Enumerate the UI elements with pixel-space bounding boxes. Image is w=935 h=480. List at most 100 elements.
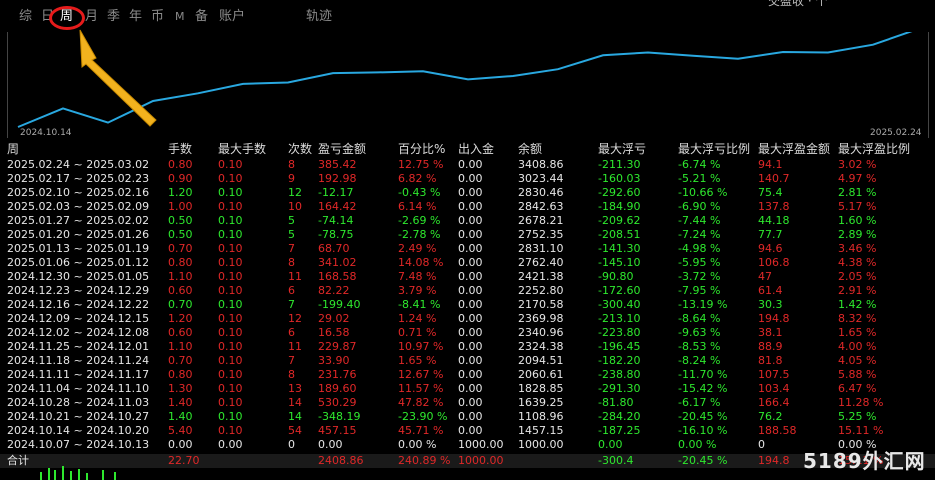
cell-count: 14 <box>288 396 302 409</box>
cell-deposit: 0.00 <box>458 340 483 353</box>
cell-pnl: 164.42 <box>318 200 357 213</box>
table-row[interactable]: 2024.12.30 ~ 2025.01.05 1.10 0.10 11 168.58 7… <box>0 270 935 284</box>
cell-pnl: 192.98 <box>318 172 357 185</box>
cell-max-drawdown: 0.00 <box>598 438 623 451</box>
header-deposit[interactable]: 出入金 <box>458 142 494 156</box>
table-header: 周 手数 最大手数 次数 盈亏金额 百分比% 出入金 余额 最大浮亏 最大浮亏比例 最大浮盈金额 最大… <box>0 142 935 156</box>
cell-week: 2025.02.03 ~ 2025.02.09 <box>7 200 150 213</box>
cell-max-profit: 194.8 <box>758 312 790 325</box>
cell-max-lots: 0.10 <box>218 200 243 213</box>
cell-max-drawdown: -213.10 <box>598 312 641 325</box>
header-max-drawdown[interactable]: 最大浮亏 <box>598 142 646 156</box>
cell-deposit: 0.00 <box>458 326 483 339</box>
cell-max-drawdown-pct: -7.44 % <box>678 214 721 227</box>
cell-balance: 2831.10 <box>518 242 564 255</box>
tab-account[interactable]: 账户 <box>219 8 245 26</box>
cell-week: 2024.12.02 ~ 2024.12.08 <box>7 326 150 339</box>
header-lots[interactable]: 手数 <box>168 142 192 156</box>
cell-max-profit-pct: 2.91 % <box>838 284 877 297</box>
cell-percent: 0.00 % <box>398 438 437 451</box>
cell-deposit: 0.00 <box>458 354 483 367</box>
header-week[interactable]: 周 <box>7 142 19 156</box>
cell-week: 2024.10.28 ~ 2024.11.03 <box>7 396 150 409</box>
cell-percent: -23.90 % <box>398 410 448 423</box>
cell-count: 6 <box>288 284 295 297</box>
cell-count: 5 <box>288 228 295 241</box>
table-row[interactable]: 2024.12.16 ~ 2024.12.22 0.70 0.10 7 -199.40 -… <box>0 298 935 312</box>
cell-balance: 2678.21 <box>518 214 564 227</box>
table-row[interactable]: 2025.02.24 ~ 2025.03.02 0.80 0.10 8 385.42 12… <box>0 158 935 172</box>
cell-balance: 3023.44 <box>518 172 564 185</box>
cell-max-drawdown: -141.30 <box>598 242 641 255</box>
tab-month[interactable]: 月 <box>85 8 98 26</box>
table-row[interactable]: 2024.12.02 ~ 2024.12.08 0.60 0.10 6 16.58 0.7… <box>0 326 935 340</box>
header-pnl[interactable]: 盈亏金额 <box>318 142 366 156</box>
table-row[interactable]: 2024.11.25 ~ 2024.12.01 1.10 0.10 11 229.87 1… <box>0 340 935 354</box>
cell-max-lots: 0.10 <box>218 368 243 381</box>
cell-balance: 2842.63 <box>518 200 564 213</box>
cell-deposit: 0.00 <box>458 424 483 437</box>
table-row[interactable]: 2024.10.28 ~ 2024.11.03 1.40 0.10 14 530.29 4… <box>0 396 935 410</box>
cell-max-lots: 0.10 <box>218 298 243 311</box>
tab-year[interactable]: 年 <box>129 8 142 26</box>
total-pnl: 2408.86 <box>318 454 364 467</box>
cell-pnl: 82.22 <box>318 284 350 297</box>
cell-deposit: 0.00 <box>458 312 483 325</box>
header-count[interactable]: 次数 <box>288 142 312 156</box>
table-row[interactable]: 2024.10.21 ~ 2024.10.27 1.40 0.10 14 -348.19… <box>0 410 935 424</box>
cell-balance: 1457.15 <box>518 424 564 437</box>
equity-line <box>17 32 913 128</box>
table-row[interactable]: 2024.12.09 ~ 2024.12.15 1.20 0.10 12 29.02 1.… <box>0 312 935 326</box>
cell-max-drawdown: -211.30 <box>598 158 641 171</box>
cell-count: 14 <box>288 410 302 423</box>
table-row[interactable]: 2024.11.18 ~ 2024.11.24 0.70 0.10 7 33.90 1.6… <box>0 354 935 368</box>
tab-m[interactable]: M <box>175 8 185 26</box>
cell-max-lots: 0.10 <box>218 242 243 255</box>
cell-percent: 45.71 % <box>398 424 444 437</box>
tab-quarter[interactable]: 季 <box>107 8 120 26</box>
cell-week: 2025.01.20 ~ 2025.01.26 <box>7 228 150 241</box>
table-row[interactable]: 2024.11.04 ~ 2024.11.10 1.30 0.10 13 189.60 1… <box>0 382 935 396</box>
cell-max-profit-pct: 4.00 % <box>838 340 877 353</box>
table-row[interactable]: 2025.01.27 ~ 2025.02.02 0.50 0.10 5 -74.14 -2… <box>0 214 935 228</box>
table-row[interactable]: 2025.02.03 ~ 2025.02.09 1.00 0.10 10 164.42 6… <box>0 200 935 214</box>
table-row[interactable]: 2024.11.11 ~ 2024.11.17 0.80 0.10 8 231.76 12… <box>0 368 935 382</box>
cell-max-profit-pct: 5.25 % <box>838 410 877 423</box>
cell-deposit: 0.00 <box>458 368 483 381</box>
tab-currency[interactable]: 币 <box>151 8 164 26</box>
table-row[interactable]: 2025.01.20 ~ 2025.01.26 0.50 0.10 5 -78.75 -2… <box>0 228 935 242</box>
table-row[interactable]: 2024.12.23 ~ 2024.12.29 0.60 0.10 6 82.22 3.7… <box>0 284 935 298</box>
table-row[interactable]: 2025.01.06 ~ 2025.01.12 0.80 0.10 8 341.02 14… <box>0 256 935 270</box>
cell-pnl: 16.58 <box>318 326 350 339</box>
header-percent[interactable]: 百分比% <box>398 142 445 156</box>
total-max-drawdown: -300.4 <box>598 454 634 467</box>
header-max-profit-pct[interactable]: 最大浮盈比例 <box>838 142 910 156</box>
cell-max-lots: 0.10 <box>218 410 243 423</box>
tab-note[interactable]: 备 <box>195 8 208 26</box>
cell-max-profit: 107.5 <box>758 368 790 381</box>
table-row[interactable]: 2025.02.17 ~ 2025.02.23 0.90 0.10 9 192.98 6.… <box>0 172 935 186</box>
chart-x-end-label: 2025.02.24 <box>870 128 922 138</box>
cell-percent: 3.79 % <box>398 284 437 297</box>
header-max-lots[interactable]: 最大手数 <box>218 142 266 156</box>
cell-week: 2024.11.11 ~ 2024.11.17 <box>7 368 150 381</box>
cell-lots: 1.00 <box>168 200 193 213</box>
tab-summary[interactable]: 综 <box>19 8 32 26</box>
cell-percent: 1.65 % <box>398 354 437 367</box>
tab-trajectory[interactable]: 轨迹 <box>306 8 332 26</box>
table-row[interactable]: 2025.02.10 ~ 2025.02.16 1.20 0.10 12 -12.17 -… <box>0 186 935 200</box>
cell-max-profit: 47 <box>758 270 772 283</box>
cell-pnl: 229.87 <box>318 340 357 353</box>
top-right-label: 交盈收 · 个 <box>768 0 828 8</box>
cell-max-drawdown: -300.40 <box>598 298 641 311</box>
table-row[interactable]: 2024.10.14 ~ 2024.10.20 5.40 0.10 54 457.15 4… <box>0 424 935 438</box>
table-row[interactable]: 2024.10.07 ~ 2024.10.13 0.00 0.00 0 0.00 0.00… <box>0 438 935 452</box>
cell-max-profit: 75.4 <box>758 186 783 199</box>
header-balance[interactable]: 余额 <box>518 142 542 156</box>
cell-max-lots: 0.10 <box>218 158 243 171</box>
cell-deposit: 1000.00 <box>458 438 504 451</box>
table-row[interactable]: 2025.01.13 ~ 2025.01.19 0.70 0.10 7 68.70 2.4… <box>0 242 935 256</box>
cell-balance: 2340.96 <box>518 326 564 339</box>
header-max-drawdown-pct[interactable]: 最大浮亏比例 <box>678 142 750 156</box>
header-max-profit[interactable]: 最大浮盈金额 <box>758 142 830 156</box>
